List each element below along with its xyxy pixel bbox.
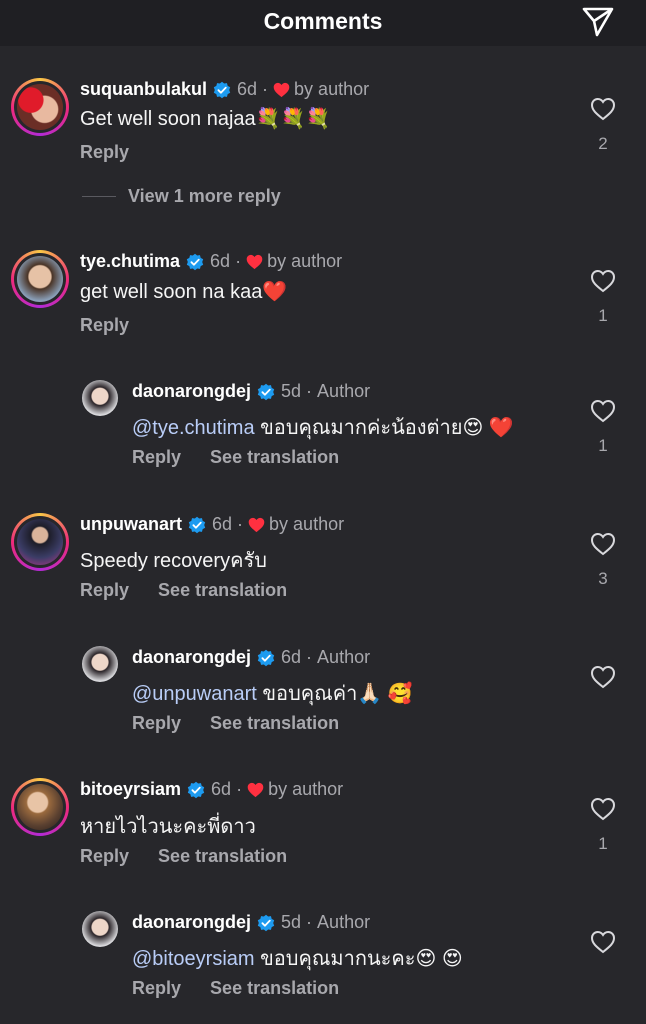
reply-button[interactable]: Reply (80, 315, 129, 336)
mention-link[interactable]: @bitoeyrsiam (132, 948, 255, 970)
like-count: 1 (598, 306, 608, 325)
separator-dot: · (237, 514, 244, 534)
heart-outline-icon (590, 797, 616, 821)
username[interactable]: tye.chutima (80, 251, 180, 272)
like-count: 1 (598, 834, 608, 853)
comment-text: Get well soon najaa💐💐💐 (80, 108, 331, 130)
comment-time: 6d (210, 251, 231, 271)
comment-text: @tye.chutima ขอบคุณมากค่ะน้องต่าย😍 ❤️ (132, 411, 514, 443)
like-button[interactable]: 1 (589, 797, 617, 854)
username[interactable]: suquanbulakul (80, 79, 207, 100)
avatar[interactable] (11, 250, 69, 308)
see-translation-button[interactable]: See translation (210, 978, 339, 999)
heart-outline-icon (590, 532, 616, 556)
comment-body: ขอบคุณมากค่ะน้องต่าย😍 ❤️ (254, 417, 514, 439)
avatar[interactable] (11, 78, 69, 136)
verified-badge-icon (257, 649, 275, 667)
see-translation-button[interactable]: See translation (210, 447, 339, 468)
by-author-label: by author (269, 514, 345, 534)
by-author-label: by author (294, 79, 370, 99)
separator-dot: · (235, 251, 242, 271)
like-count: 1 (598, 436, 608, 455)
verified-badge-icon (257, 383, 275, 401)
mention-link[interactable]: @unpuwanart (132, 683, 257, 705)
reply-button[interactable]: Reply (80, 580, 129, 601)
heart-outline-icon (590, 665, 616, 689)
send-icon[interactable] (580, 4, 616, 40)
comment-time: 6d (237, 79, 258, 99)
reply-button[interactable]: Reply (132, 447, 181, 468)
by-author-label: by author (268, 779, 344, 799)
comment-text: @bitoeyrsiam ขอบคุณมากนะคะ😍 😍 (132, 942, 463, 974)
like-button[interactable] (589, 665, 617, 702)
like-button[interactable]: 2 (589, 97, 617, 154)
see-translation-button[interactable]: See translation (158, 580, 287, 601)
avatar[interactable] (11, 513, 69, 571)
mention-link[interactable]: @tye.chutima (132, 417, 255, 439)
verified-badge-icon (188, 516, 206, 534)
reply-button[interactable]: Reply (132, 713, 181, 734)
username[interactable]: daonarongdej (132, 647, 251, 668)
comment-time: 6d (211, 779, 232, 799)
separator-dot: · (262, 79, 269, 99)
comment-text: get well soon na kaa❤️ (80, 281, 288, 303)
like-button[interactable] (589, 930, 617, 967)
verified-badge-icon (213, 81, 231, 99)
heart-outline-icon (590, 930, 616, 954)
reply-button[interactable]: Reply (132, 978, 181, 999)
by-author-label: by author (267, 251, 343, 271)
separator-dot: · (306, 647, 313, 667)
comment-text: Speedy recoveryครับ (80, 550, 267, 572)
author-liked-heart-icon (273, 82, 290, 98)
view-more-label: View 1 more reply (128, 186, 281, 206)
author-liked-heart-icon (247, 782, 264, 798)
separator-dot: · (306, 912, 313, 932)
verified-badge-icon (187, 781, 205, 799)
separator-dot: · (306, 381, 313, 401)
username[interactable]: daonarongdej (132, 912, 251, 933)
see-translation-button[interactable]: See translation (158, 846, 287, 867)
reply-button[interactable]: Reply (80, 142, 129, 163)
header: Comments (0, 0, 646, 46)
view-more-replies-button[interactable]: View 1 more reply (82, 186, 281, 207)
like-count: 3 (598, 569, 608, 588)
comment-time: 6d (281, 647, 302, 667)
verified-badge-icon (257, 914, 275, 932)
author-label: Author (317, 381, 371, 401)
author-liked-heart-icon (246, 254, 263, 270)
avatar[interactable] (82, 380, 118, 416)
divider-line (82, 196, 116, 197)
heart-outline-icon (590, 399, 616, 423)
username[interactable]: unpuwanart (80, 514, 182, 535)
comment-body: ขอบคุณค่า🙏🏻 🥰 (256, 683, 413, 705)
comment-body: ขอบคุณมากนะคะ😍 😍 (254, 948, 463, 970)
heart-outline-icon (590, 269, 616, 293)
comment-time: 5d (281, 912, 302, 932)
page-title: Comments (263, 8, 383, 34)
avatar[interactable] (82, 911, 118, 947)
verified-badge-icon (186, 253, 204, 271)
author-label: Author (317, 912, 371, 932)
like-button[interactable]: 1 (589, 269, 617, 326)
like-button[interactable]: 1 (589, 399, 617, 456)
username[interactable]: daonarongdej (132, 381, 251, 402)
username[interactable]: bitoeyrsiam (80, 779, 181, 800)
reply-button[interactable]: Reply (80, 846, 129, 867)
comment-text: หายไวไวนะคะพี่ดาว (80, 816, 256, 838)
heart-outline-icon (590, 97, 616, 121)
see-translation-button[interactable]: See translation (210, 713, 339, 734)
author-liked-heart-icon (248, 517, 265, 533)
avatar[interactable] (82, 646, 118, 682)
author-label: Author (317, 647, 371, 667)
comment-time: 5d (281, 381, 302, 401)
separator-dot: · (236, 779, 243, 799)
comment-time: 6d (212, 514, 233, 534)
like-button[interactable]: 3 (589, 532, 617, 589)
avatar[interactable] (11, 778, 69, 836)
like-count: 2 (598, 134, 608, 153)
comment-text: @unpuwanart ขอบคุณค่า🙏🏻 🥰 (132, 677, 413, 709)
